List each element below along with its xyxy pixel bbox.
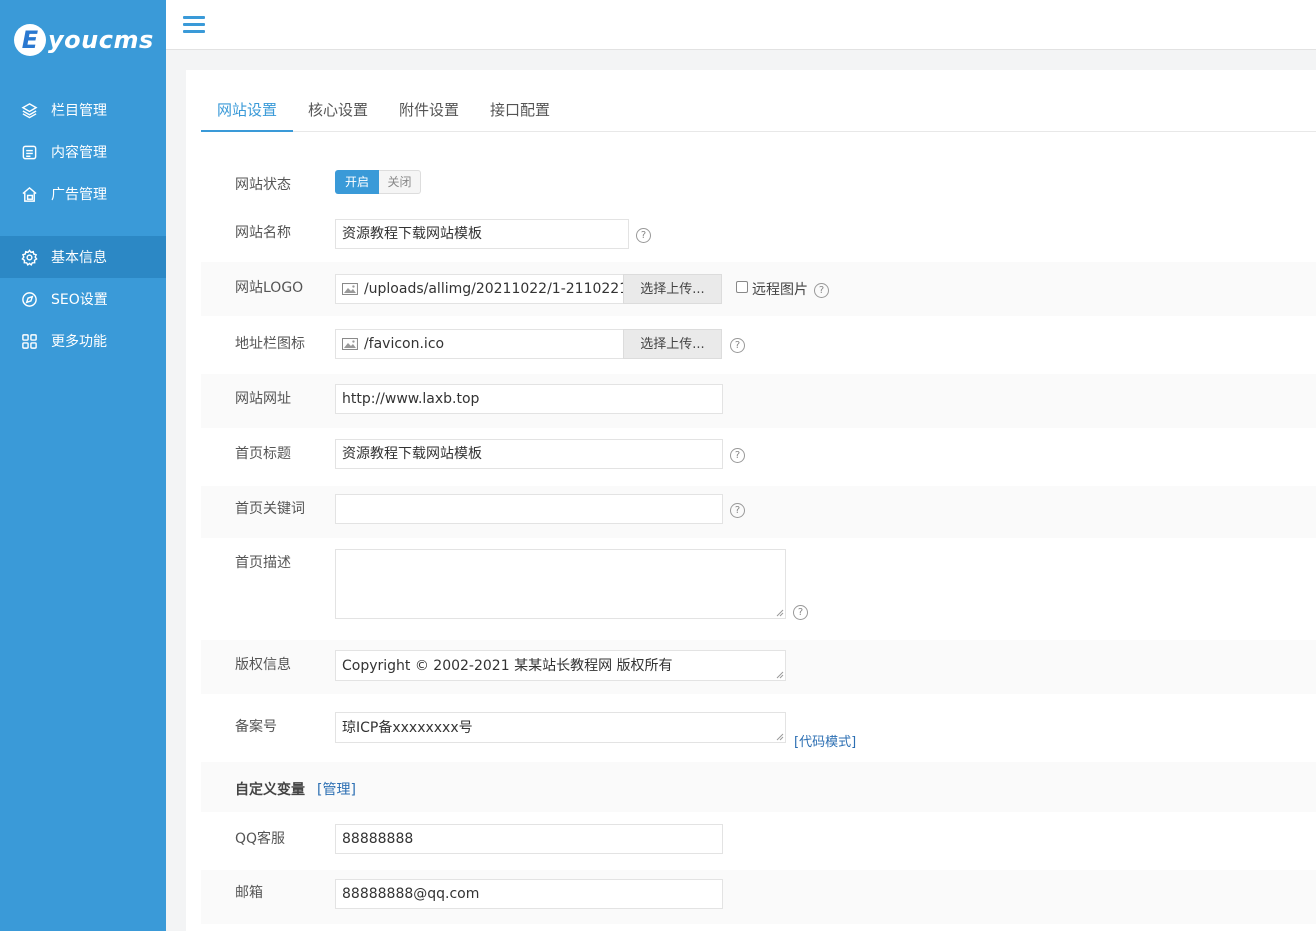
site-url-input[interactable]: http://www.laxb.top [335, 384, 723, 414]
resize-handle-icon[interactable] [776, 609, 784, 617]
home-keywords-label: 首页关键词 [235, 501, 305, 517]
sidebar-item-more[interactable]: 更多功能 [0, 320, 166, 362]
sidebar-item-content[interactable]: 内容管理 [0, 131, 166, 173]
status-on-button[interactable]: 开启 [335, 170, 379, 194]
help-icon[interactable]: ? [730, 338, 745, 353]
form: 网站状态 开启 关闭 网站名称 资源教程下载网站模板 ? 网站LOGO /upl… [186, 0, 1316, 931]
favicon-label: 地址栏图标 [235, 336, 305, 352]
logo-path-input[interactable]: /uploads/allimg/20211022/1-2110221514 [335, 274, 624, 304]
brand-logo[interactable]: E youcms [14, 20, 154, 60]
qq-label: QQ客服 [235, 831, 286, 847]
logo-emblem: E [14, 24, 46, 56]
site-name-input[interactable]: 资源教程下载网站模板 [335, 219, 629, 249]
copyright-label: 版权信息 [235, 657, 291, 673]
sidebar-item-label: 更多功能 [51, 334, 107, 350]
status-toggle[interactable]: 开启 关闭 [335, 170, 421, 194]
help-icon[interactable]: ? [814, 283, 829, 298]
icp-value: 琼ICP备xxxxxxxx号 [342, 720, 473, 736]
favicon-path-value: /favicon.ico [363, 336, 445, 352]
sidebar-item-basic-info[interactable]: 基本信息 [0, 236, 166, 278]
sidebar-item-label: 栏目管理 [51, 103, 107, 119]
favicon-path-input[interactable]: /favicon.ico [335, 329, 624, 359]
home-desc-label: 首页描述 [235, 555, 291, 571]
home-keywords-input[interactable] [335, 494, 723, 524]
sidebar-item-label: 广告管理 [51, 187, 107, 203]
row-custom-vars [201, 762, 1316, 812]
sidebar-item-label: SEO设置 [51, 292, 108, 308]
help-icon[interactable]: ? [793, 605, 808, 620]
logo-path-value: /uploads/allimg/20211022/1-2110221514 [363, 281, 623, 297]
sidebar-item-label: 基本信息 [51, 250, 107, 266]
status-off-button[interactable]: 关闭 [379, 170, 421, 194]
home-desc-textarea[interactable] [335, 549, 786, 619]
email-label: 邮箱 [235, 885, 263, 901]
document-icon [20, 143, 38, 161]
icp-textarea[interactable]: 琼ICP备xxxxxxxx号 [335, 712, 786, 743]
code-mode-link[interactable]: [代码模式] [794, 731, 856, 750]
site-name-label: 网站名称 [235, 225, 291, 241]
ad-house-icon [20, 185, 38, 203]
image-icon [342, 338, 358, 350]
qq-input[interactable]: 88888888 [335, 824, 723, 854]
custom-vars-label: 自定义变量 [235, 782, 305, 798]
email-input[interactable]: 88888888@qq.com [335, 879, 723, 909]
resize-handle-icon[interactable] [776, 733, 784, 741]
logo-label: 网站LOGO [235, 280, 304, 296]
resize-handle-icon[interactable] [776, 671, 784, 679]
help-icon[interactable]: ? [636, 228, 651, 243]
home-title-input[interactable]: 资源教程下载网站模板 [335, 439, 723, 469]
logo-upload-button[interactable]: 选择上传... [623, 274, 722, 304]
site-url-label: 网站网址 [235, 391, 291, 407]
copyright-value: Copyright © 2002-2021 某某站长教程网 版权所有 [342, 658, 673, 674]
sidebar-item-seo[interactable]: SEO设置 [0, 278, 166, 320]
help-icon[interactable]: ? [730, 503, 745, 518]
help-icon[interactable]: ? [730, 448, 745, 463]
remote-image-checkbox[interactable] [736, 281, 748, 293]
home-title-label: 首页标题 [235, 446, 291, 462]
status-label: 网站状态 [235, 177, 291, 193]
logo-text: youcms [48, 26, 154, 54]
image-icon [342, 283, 358, 295]
gear-icon [20, 248, 38, 266]
copyright-textarea[interactable]: Copyright © 2002-2021 某某站长教程网 版权所有 [335, 650, 786, 681]
sidebar-item-label: 内容管理 [51, 145, 107, 161]
icp-label: 备案号 [235, 719, 277, 735]
logo-letter: E [21, 26, 39, 54]
grid-icon [20, 332, 38, 350]
sidebar-item-columns[interactable]: 栏目管理 [0, 89, 166, 131]
remote-image-label: 远程图片 [752, 282, 808, 298]
sidebar-item-ads[interactable]: 广告管理 [0, 173, 166, 215]
layers-icon [20, 101, 38, 119]
sidebar: E youcms 栏目管理 内容管理 广告管理 基本信息 SEO设置 更多功能 [0, 0, 166, 931]
compass-icon [20, 290, 38, 308]
custom-vars-manage-link[interactable]: [管理] [317, 779, 356, 799]
favicon-upload-button[interactable]: 选择上传... [623, 329, 722, 359]
